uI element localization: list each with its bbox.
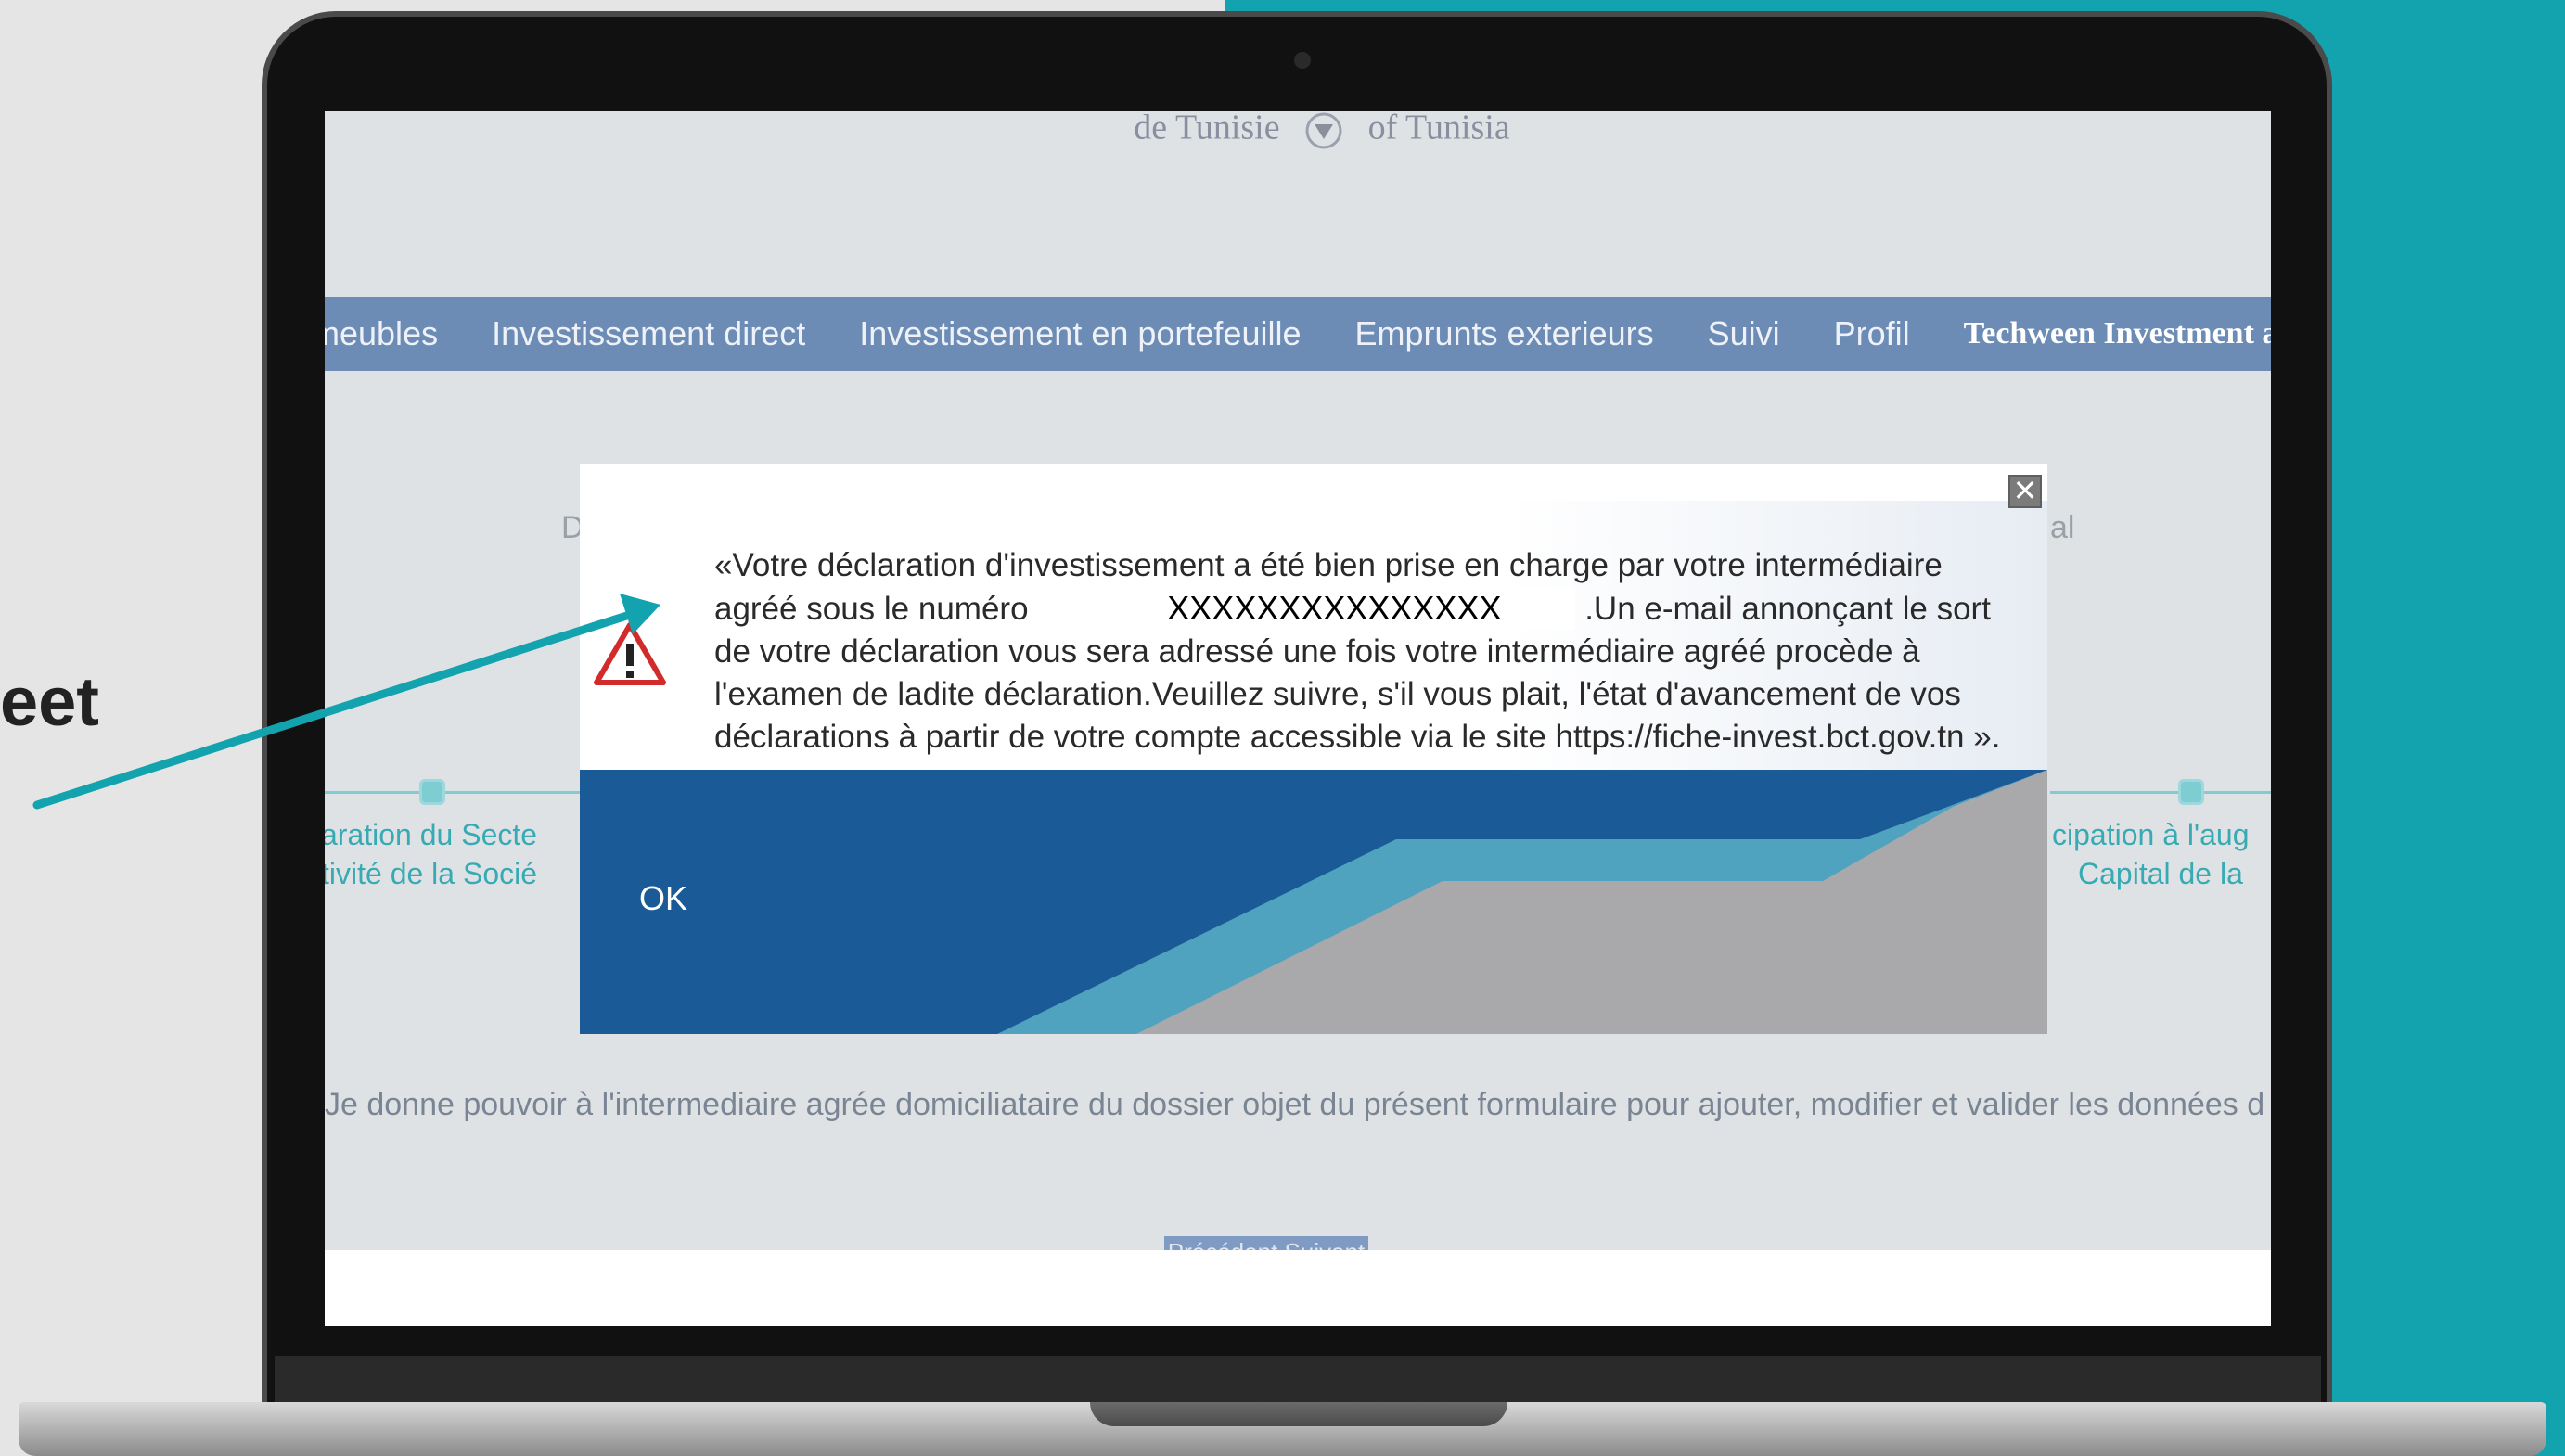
nav-item-suivi[interactable]: Suivi: [1708, 314, 1780, 353]
faint-step-title-right: al: [2050, 510, 2075, 545]
ok-button[interactable]: OK: [634, 872, 687, 924]
close-button[interactable]: ✕: [2008, 475, 2042, 508]
seal-icon: [1298, 111, 1350, 150]
dialog-message: «Votre déclaration d'investissement a ét…: [714, 544, 2032, 759]
masked-registration-number: XXXXXXXXXXXXXXX: [1037, 587, 1576, 630]
nav-item-profil[interactable]: Profil: [1834, 314, 1910, 353]
nav-item-meubles[interactable]: meubles: [325, 314, 438, 353]
close-icon: ✕: [2012, 474, 2038, 507]
logo-text-right: of Tunisia: [1367, 111, 1510, 147]
nav-item-investissement-portefeuille[interactable]: Investissement en portefeuille: [859, 314, 1301, 353]
nav-item-investissement-direct[interactable]: Investissement direct: [492, 314, 805, 353]
dialog-footer-graphic: [580, 770, 2047, 1034]
logo-text-left: de Tunisie: [1134, 111, 1280, 147]
screen-footer: [325, 1250, 2271, 1326]
laptop-screen: de Tunisie of Tunisia meubles Investisse…: [325, 111, 2271, 1326]
main-nav: meubles Investissement direct Investisse…: [325, 297, 2271, 371]
nav-user-company[interactable]: Techween Investment and De: [1964, 316, 2271, 351]
step-label-left-line2: tivité de la Socié: [325, 857, 538, 890]
laptop-bezel-bottom: [275, 1356, 2321, 1402]
step-marker-right[interactable]: [2178, 779, 2204, 805]
warning-icon: [594, 621, 666, 686]
camera-icon: [1294, 52, 1311, 69]
header-logo: de Tunisie of Tunisia: [1099, 111, 1545, 167]
step-marker-left[interactable]: [419, 779, 445, 805]
consent-checkbox-label[interactable]: Je donne pouvoir à l'intermediaire agrée…: [325, 1087, 2271, 1123]
confirmation-dialog: ✕ «Votre déclaration d'investissement a …: [580, 464, 2047, 1034]
step-label-right-line1: cipation à l'aug: [2052, 818, 2250, 851]
laptop-base-notch: [1090, 1402, 1507, 1426]
nav-item-emprunts-exterieurs[interactable]: Emprunts exterieurs: [1354, 314, 1653, 353]
consent-text: Je donne pouvoir à l'intermediaire agrée…: [325, 1087, 2265, 1122]
step-label-left-line1: aration du Secte: [325, 818, 538, 851]
step-connector-left: [325, 791, 584, 794]
step-label-right-line2: Capital de la: [2078, 857, 2243, 890]
side-caption: eet: [0, 663, 99, 740]
step-connector-right: [2050, 791, 2271, 794]
